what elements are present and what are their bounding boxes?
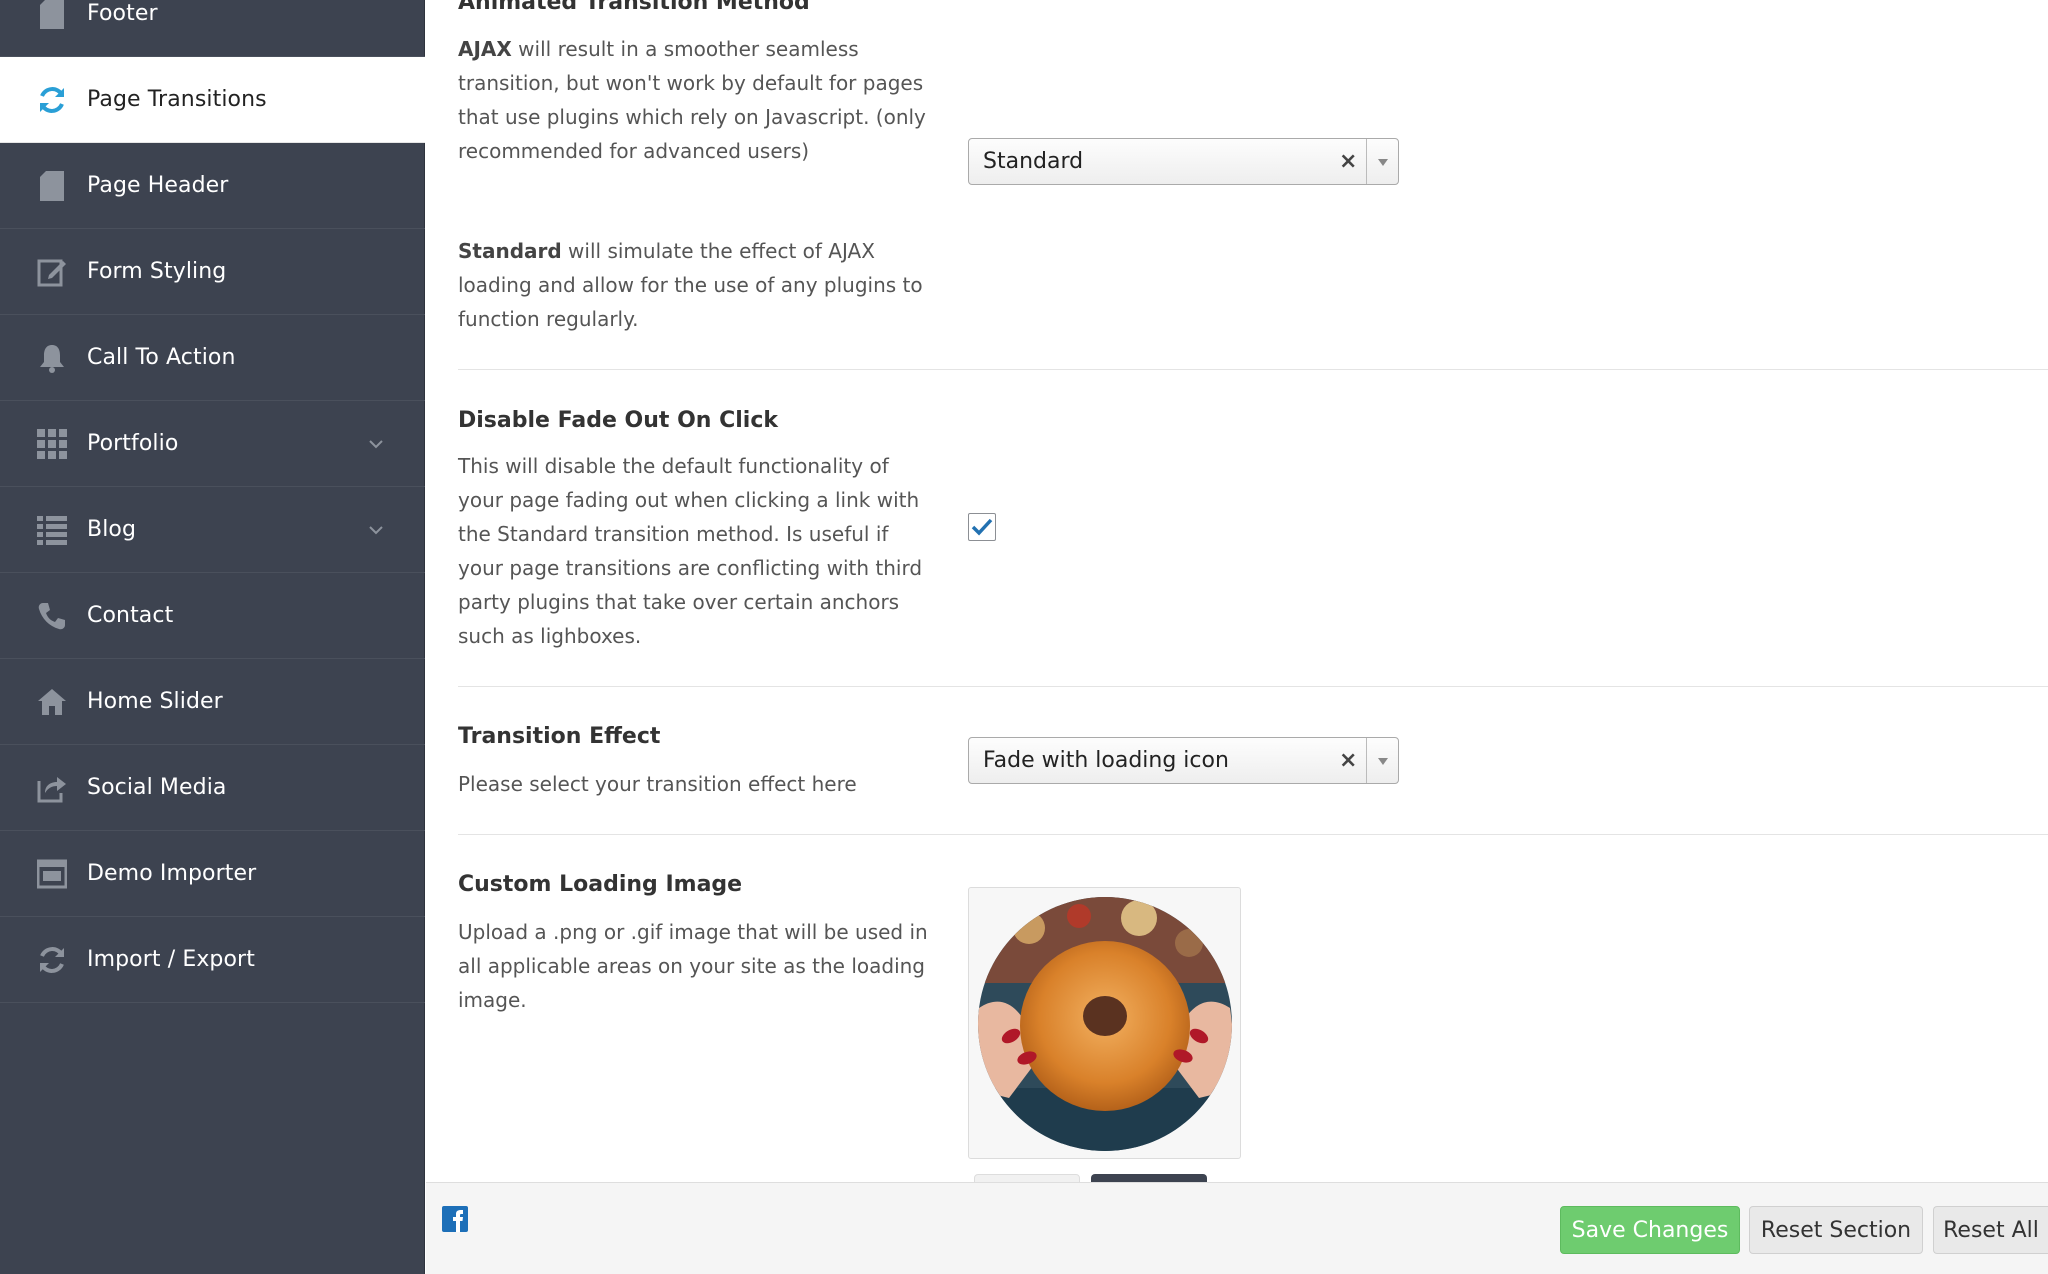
sidebar-item-label: Home Slider	[87, 689, 223, 714]
sidebar-item-label: Form Styling	[87, 259, 227, 284]
field-desc-disable-fade: This will disable the default functional…	[458, 454, 923, 648]
dropdown-arrow-icon[interactable]	[1366, 738, 1398, 783]
sidebar-item-label: Call To Action	[87, 345, 236, 370]
reset-section-button[interactable]: Reset Section	[1749, 1206, 1923, 1254]
standard-strong: Standard	[458, 239, 562, 263]
sidebar: Footer Page Transitions Page Header Form…	[0, 0, 425, 1274]
field-desc-transition-method: AJAX will result in a smoother seamless …	[458, 32, 928, 168]
divider	[458, 369, 2048, 370]
disable-fade-checkbox[interactable]	[968, 513, 996, 541]
transition-method-select[interactable]: Standard ×	[968, 138, 1399, 185]
share-icon	[36, 772, 68, 804]
field-desc-transition-effect: Please select your transition effect her…	[458, 772, 857, 796]
settings-panel: Animated Transition Method AJAX will res…	[426, 0, 2048, 1182]
sidebar-item-label: Page Header	[87, 173, 229, 198]
field-title-disable-fade: Disable Fade Out On Click	[458, 408, 778, 433]
donut-image	[978, 897, 1232, 1151]
reset-all-button[interactable]: Reset All	[1933, 1206, 2048, 1254]
sidebar-item-demo-importer[interactable]: Demo Importer	[0, 831, 425, 917]
sidebar-item-home-slider[interactable]: Home Slider	[0, 659, 425, 745]
field-title-loading-image: Custom Loading Image	[458, 872, 743, 897]
save-changes-button[interactable]: Save Changes	[1560, 1206, 1740, 1254]
ajax-strong: AJAX	[458, 37, 512, 61]
sidebar-item-page-header[interactable]: Page Header	[0, 143, 425, 229]
remove-button[interactable]	[1091, 1174, 1207, 1182]
clear-icon[interactable]: ×	[1339, 149, 1357, 174]
window-icon	[36, 858, 68, 890]
sidebar-item-call-to-action[interactable]: Call To Action	[0, 315, 425, 401]
refresh-icon	[36, 84, 68, 116]
home-icon	[36, 686, 68, 718]
sidebar-item-label: Blog	[87, 517, 137, 542]
dropdown-arrow-icon[interactable]	[1366, 139, 1398, 184]
field-desc-loading-image: Upload a .png or .gif image that will be…	[458, 920, 928, 1012]
list-icon	[36, 514, 68, 546]
sidebar-item-label: Footer	[87, 1, 158, 26]
chevron-down-icon[interactable]	[366, 434, 386, 454]
chevron-down-icon[interactable]	[366, 520, 386, 540]
facebook-icon[interactable]	[442, 1206, 468, 1232]
field-title-transition-method: Animated Transition Method	[458, 0, 810, 15]
grid-icon	[36, 428, 68, 460]
sidebar-item-label: Contact	[87, 603, 174, 628]
ajax-desc: will result in a smoother seamless trans…	[458, 37, 926, 163]
file-icon	[36, 0, 68, 30]
sidebar-item-import-export[interactable]: Import / Export	[0, 917, 425, 1003]
sidebar-item-label: Portfolio	[87, 431, 179, 456]
sidebar-item-footer[interactable]: Footer	[0, 0, 425, 57]
field-desc-standard: Standard will simulate the effect of AJA…	[458, 234, 928, 336]
phone-icon	[36, 600, 68, 632]
sidebar-item-label: Page Transitions	[87, 87, 267, 112]
select-value: Standard	[983, 149, 1084, 174]
sidebar-item-portfolio[interactable]: Portfolio	[0, 401, 425, 487]
sidebar-item-page-transitions[interactable]: Page Transitions	[0, 57, 425, 143]
sidebar-item-label: Import / Export	[87, 947, 255, 972]
checkmark-icon	[971, 518, 993, 536]
sidebar-item-contact[interactable]: Contact	[0, 573, 425, 659]
sidebar-item-label: Social Media	[87, 775, 227, 800]
transition-effect-select[interactable]: Fade with loading icon ×	[968, 737, 1399, 784]
options-footer: Save Changes Reset Section Reset All	[426, 1182, 2048, 1274]
bell-icon	[36, 342, 68, 374]
field-title-transition-effect: Transition Effect	[458, 724, 661, 749]
sidebar-item-form-styling[interactable]: Form Styling	[0, 229, 425, 315]
sidebar-item-social-media[interactable]: Social Media	[0, 745, 425, 831]
loading-image-preview[interactable]	[968, 887, 1241, 1159]
divider	[458, 834, 2048, 835]
divider	[458, 686, 2048, 687]
file-icon	[36, 170, 68, 202]
sidebar-item-blog[interactable]: Blog	[0, 487, 425, 573]
clear-icon[interactable]: ×	[1339, 748, 1357, 773]
edit-icon	[36, 256, 68, 288]
upload-button[interactable]	[974, 1174, 1080, 1182]
select-value: Fade with loading icon	[983, 748, 1229, 773]
sidebar-item-label: Demo Importer	[87, 861, 257, 886]
refresh-icon	[36, 944, 68, 976]
